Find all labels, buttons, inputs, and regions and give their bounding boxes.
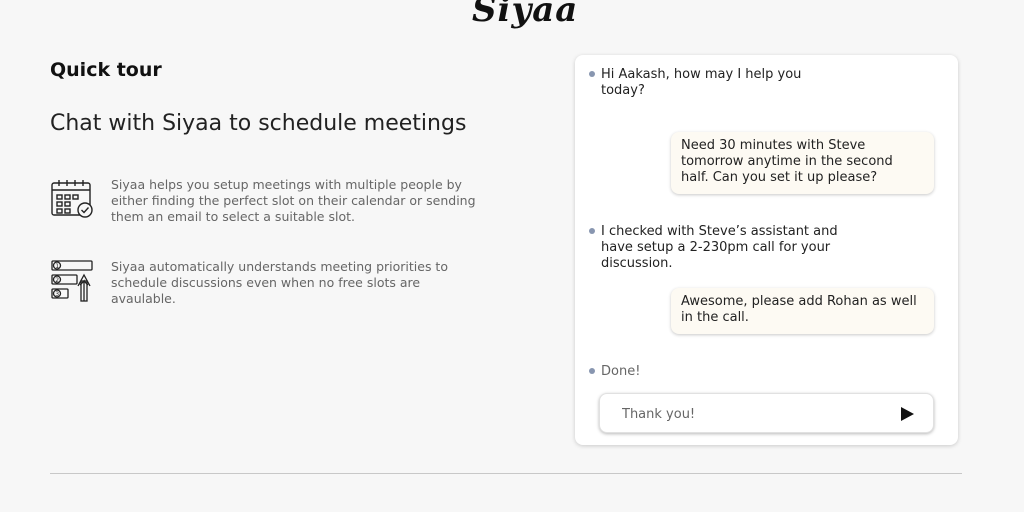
chat-window: Hi Aakash, how may I help you today? Nee…	[575, 55, 958, 445]
chat-message-input[interactable]	[620, 403, 884, 425]
svg-text:2: 2	[55, 277, 59, 284]
chat-input-box[interactable]	[599, 393, 934, 433]
user-message: Awesome, please add Rohan as well in the…	[671, 288, 934, 334]
siyaa-logo: Siyaa	[472, 0, 579, 30]
svg-text:3: 3	[55, 291, 59, 298]
priority-list-icon: 1 2 3	[50, 259, 96, 305]
bot-message: I checked with Steve’s assistant and hav…	[589, 224, 861, 272]
bot-indicator-dot	[589, 71, 595, 77]
bot-message-text: Hi Aakash, how may I help you today?	[601, 67, 802, 98]
feature-priorities: 1 2 3 Siyaa automatically understands me…	[50, 259, 480, 307]
bot-indicator-dot	[589, 368, 595, 374]
user-message: Need 30 minutes with Steve tomorrow anyt…	[671, 132, 934, 194]
feature-text: Siyaa automatically understands meeting …	[111, 259, 448, 306]
feature-text: Siyaa helps you setup meetings with mult…	[111, 177, 476, 224]
send-icon[interactable]	[899, 406, 915, 422]
tour-subheading: Chat with Siyaa to schedule meetings	[50, 111, 467, 136]
bot-message-text: Done!	[601, 364, 641, 379]
feature-scheduling: Siyaa helps you setup meetings with mult…	[50, 177, 480, 225]
quick-tour-heading: Quick tour	[50, 59, 162, 81]
svg-text:1: 1	[55, 263, 59, 270]
bot-indicator-dot	[589, 228, 595, 234]
bot-message-text: I checked with Steve’s assistant and hav…	[601, 224, 838, 271]
bot-message: Done!	[589, 364, 811, 380]
calendar-check-icon	[50, 177, 96, 223]
bot-message: Hi Aakash, how may I help you today?	[589, 67, 811, 99]
footer-divider	[50, 473, 962, 474]
